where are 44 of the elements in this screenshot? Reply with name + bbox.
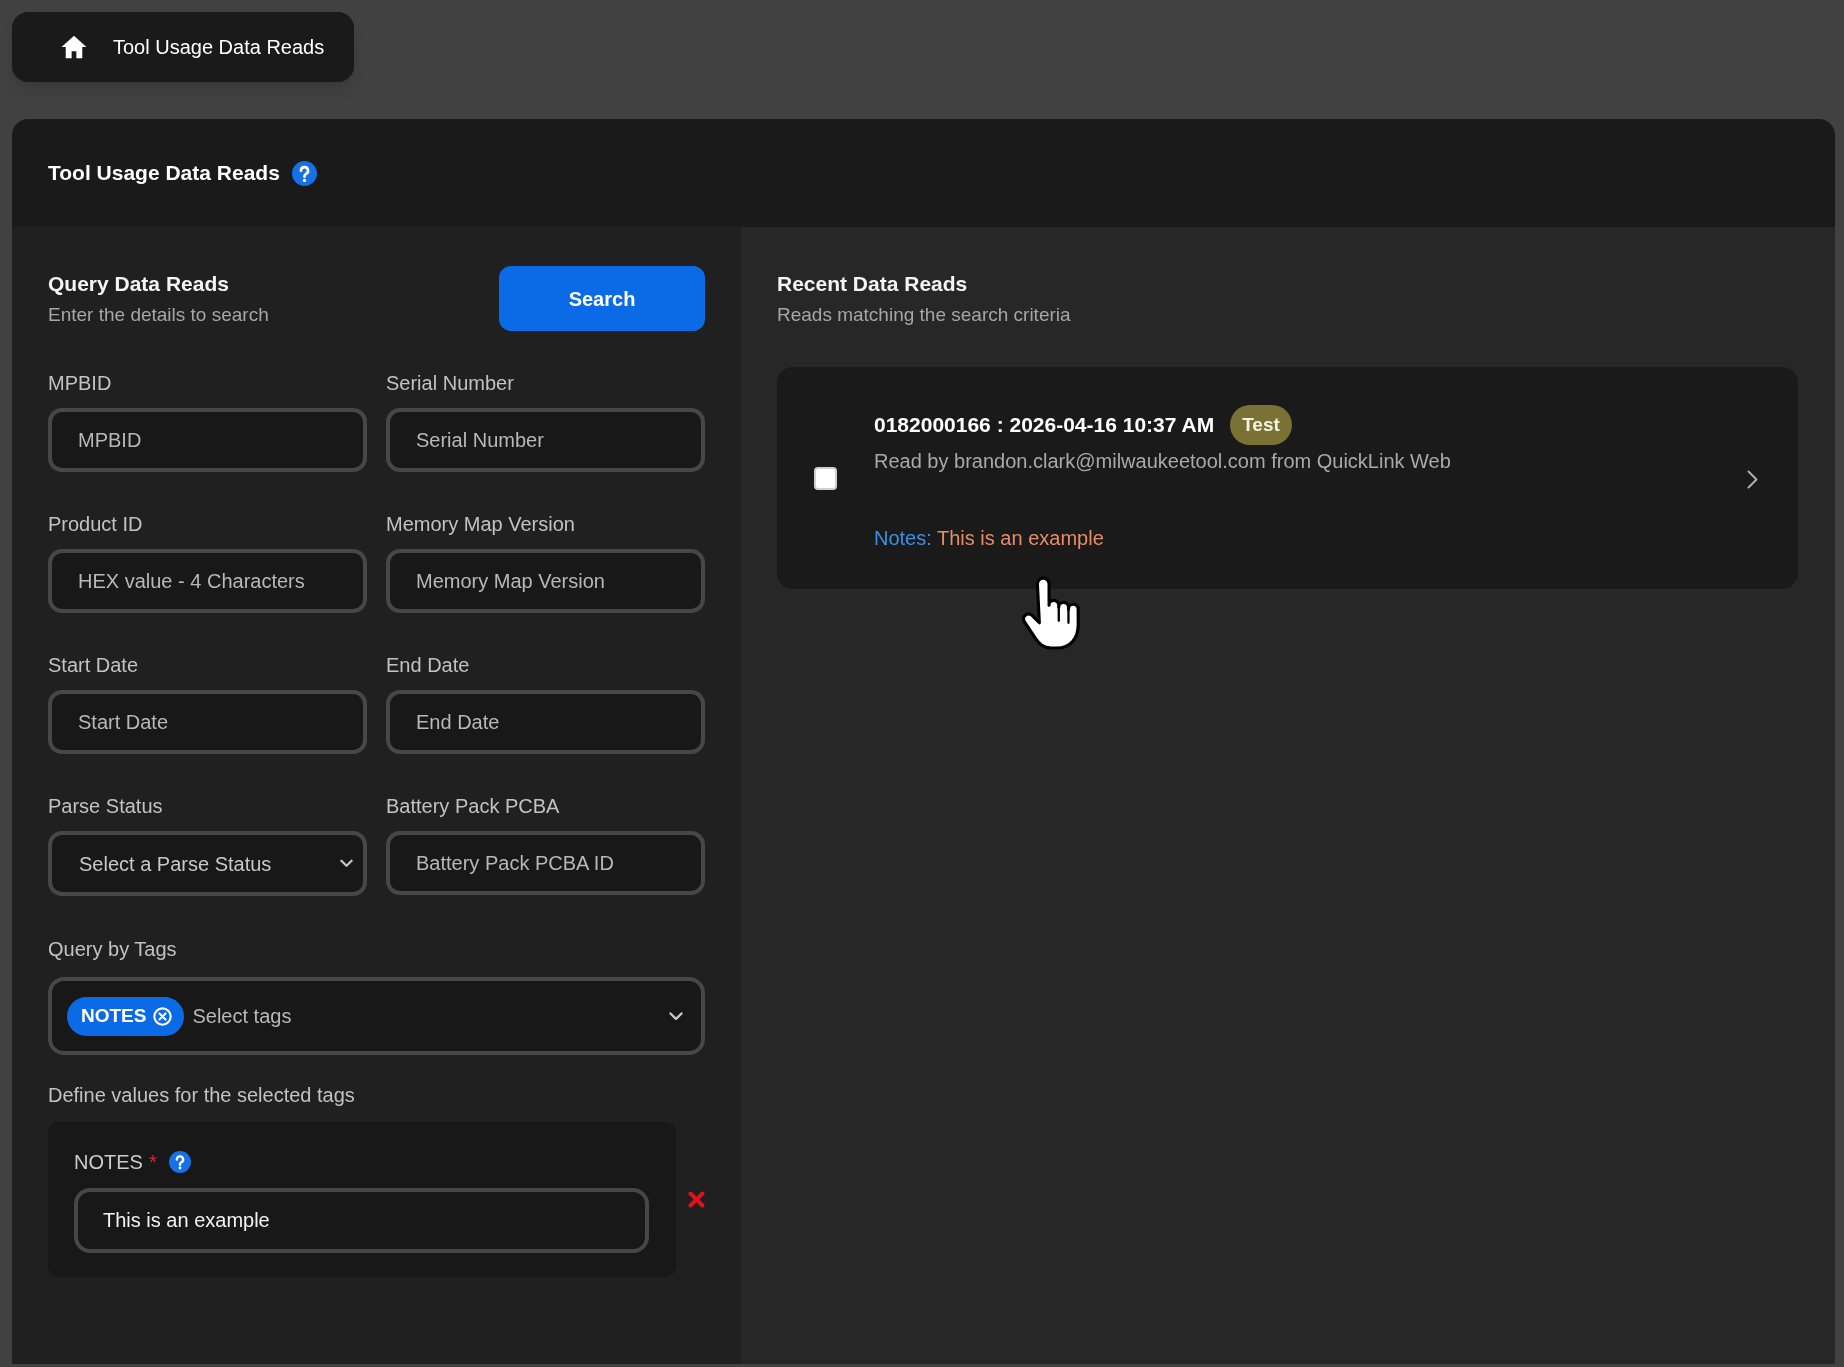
- field-label: End Date: [386, 653, 471, 678]
- home-icon[interactable]: [61, 35, 87, 59]
- tag-badge: Test: [1230, 405, 1292, 445]
- field-label: Parse Status: [48, 794, 164, 819]
- field-label: Memory Map Version: [386, 512, 576, 537]
- help-icon[interactable]: [291, 160, 317, 186]
- read-title: 0182000166 : 2026-04-16 10:37 AM: [874, 412, 1215, 438]
- select-dropdown[interactable]: Select a Parse Status: [48, 831, 367, 896]
- data-read-card[interactable]: 0182000166 : 2026-04-16 10:37 AM Test Read by brandon.clark@milwaukeetool.com from QuickLink Web Notes: This is an example: [777, 367, 1798, 589]
- field-label: Battery Pack PCBA: [386, 794, 561, 819]
- read-description: Read by brandon.clark@milwaukeetool.com from QuickLink Web: [874, 449, 1452, 474]
- input-field[interactable]: HEX value - 4 Characters: [48, 549, 367, 613]
- breadcrumb-title[interactable]: Tool Usage Data Reads: [113, 34, 325, 60]
- section-title: Query Data Reads: [48, 271, 230, 297]
- field-label: MPBID: [48, 371, 113, 396]
- input-field[interactable]: Battery Pack PCBA ID: [386, 831, 705, 895]
- field-label: Query by Tags: [48, 937, 178, 962]
- page-title: Tool Usage Data Reads: [48, 160, 280, 186]
- input-field[interactable]: End Date: [386, 690, 705, 754]
- field-label: NOTES: [74, 1150, 143, 1175]
- chevron-down-icon: [340, 859, 353, 868]
- field-label: Product ID: [48, 512, 144, 537]
- field-label: Define values for the selected tags: [48, 1083, 356, 1108]
- tags-select-field[interactable]: NOTES Select tags: [48, 977, 705, 1055]
- search-button[interactable]: Search: [499, 266, 705, 331]
- input-field[interactable]: Memory Map Version: [386, 549, 705, 613]
- field-label: Start Date: [48, 653, 140, 678]
- remove-circle-icon[interactable]: [153, 1006, 173, 1026]
- chevron-down-icon: [669, 1011, 683, 1021]
- required-mark: *: [148, 1150, 157, 1175]
- input-field[interactable]: This is an example: [74, 1188, 650, 1253]
- input-field[interactable]: Start Date: [48, 690, 367, 754]
- section-subtitle: Reads matching the search criteria: [777, 303, 1072, 327]
- delete-x-icon[interactable]: [688, 1191, 705, 1208]
- checkbox[interactable]: [814, 466, 837, 490]
- section-subtitle: Enter the details to search: [48, 303, 269, 327]
- chevron-right-icon[interactable]: [1747, 469, 1758, 489]
- field-label: Serial Number: [386, 371, 515, 396]
- tag-chip[interactable]: NOTES: [67, 996, 185, 1036]
- read-notes: Notes: This is an example: [874, 526, 1105, 551]
- input-field[interactable]: Serial Number: [386, 408, 705, 472]
- input-field[interactable]: MPBID: [48, 408, 367, 472]
- help-icon[interactable]: [168, 1151, 191, 1173]
- section-title: Recent Data Reads: [777, 271, 969, 297]
